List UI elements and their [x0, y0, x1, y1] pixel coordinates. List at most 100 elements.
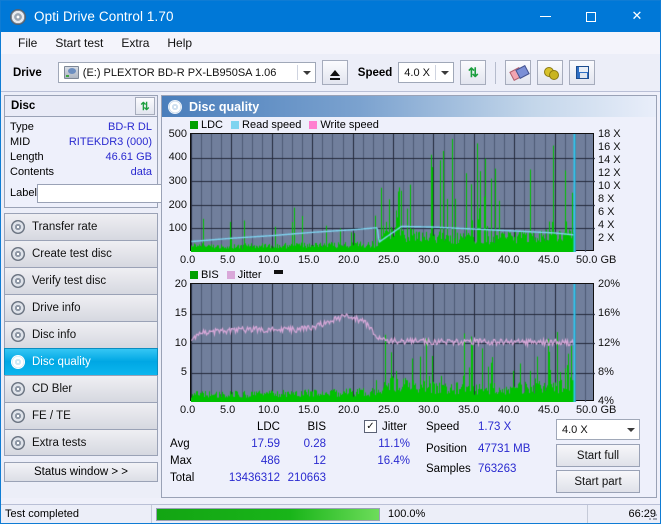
status-window-button[interactable]: Status window > >: [4, 462, 158, 482]
refresh-icon: ⇅: [140, 100, 150, 113]
top-chart-xtick: 50.0 GB: [576, 254, 617, 266]
top-chart-y2tick: 2 X: [598, 232, 615, 244]
checkbox-icon: ✓: [364, 420, 377, 433]
sidebar-item-label: CD Bler: [32, 383, 73, 395]
sidebar-item-label: Disc quality: [32, 356, 91, 368]
sidebar-item-label: Disc info: [32, 329, 77, 341]
bulb-button[interactable]: [537, 60, 564, 85]
menu-item-help[interactable]: Help: [158, 34, 201, 52]
disc-icon: [168, 99, 182, 114]
right-pane: Disc quality LDC Read speed Write speed …: [161, 95, 657, 498]
disc-label-key: Label: [10, 187, 37, 199]
top-chart-ytick: 200: [168, 199, 187, 211]
disc-icon: [11, 274, 25, 288]
bottom-chart-y2tick: 12%: [598, 337, 621, 349]
sidebar-item-extra-tests[interactable]: Extra tests: [4, 429, 158, 456]
eject-icon: [329, 69, 340, 80]
disc-panel-rows: Type BD-R DL MID RITEKDR3 (000) Length 4…: [5, 117, 238, 207]
stats-value-speed: 1.73 X: [478, 421, 512, 433]
disc-refresh-button[interactable]: ⇅: [135, 97, 155, 115]
bottom-chart-ytick: 15: [174, 307, 187, 319]
test-speed-select[interactable]: 4.0 X: [556, 419, 640, 440]
sidebar-item-cd-bler[interactable]: CD Bler: [4, 375, 158, 402]
eject-button[interactable]: [321, 60, 348, 85]
disc-label-row: Label: [10, 183, 238, 203]
close-icon: ✕: [631, 9, 643, 24]
stats-value-jitter-avg: 11.1%: [378, 438, 410, 450]
sidebar-item-fe-te[interactable]: FE / TE: [4, 402, 158, 429]
sidebar-item-disc-info[interactable]: Disc info: [4, 321, 158, 348]
sidebar-item-label: Verify test disc: [32, 275, 107, 287]
top-chart-plot[interactable]: [190, 133, 595, 252]
menu-item-extra[interactable]: Extra: [112, 34, 158, 52]
disc-quality-header: Disc quality: [162, 96, 656, 117]
legend-label: Read speed: [242, 119, 302, 131]
disc-row-mid: MID RITEKDR3 (000): [10, 135, 152, 150]
left-pane: Disc ⇅ Type BD-R DL MID RITEKDR3 (000) L…: [1, 92, 238, 498]
drive-label: Drive: [13, 66, 42, 79]
bulb-icon: [543, 66, 559, 80]
disc-panel-title: Disc: [11, 100, 36, 112]
stats-col-header-ldc: LDC: [256, 421, 280, 433]
menu-item-file[interactable]: File: [9, 34, 46, 52]
stats-label-position: Position: [426, 443, 467, 455]
sidebar-item-transfer-rate[interactable]: Transfer rate: [4, 213, 158, 240]
legend-swatch: [190, 121, 198, 129]
top-chart-y2tick: 4 X: [598, 219, 615, 231]
sidebar-item-label: FE / TE: [32, 410, 71, 422]
legend-swatch: [226, 271, 235, 279]
speed-select[interactable]: 4.0 X: [398, 62, 455, 83]
menu-item-start-test[interactable]: Start test: [46, 34, 112, 52]
top-chart-xtick: 30.0: [418, 254, 440, 266]
disc-row-length: Length 46.61 GB: [10, 150, 152, 165]
sidebar-item-create-test-disc[interactable]: Create test disc: [4, 240, 158, 267]
resize-grip[interactable]: [648, 511, 658, 521]
drive-select-value: (E:) PLEXTOR BD-R PX-LB950SA 1.06: [82, 66, 277, 79]
bottom-chart-xtick: 0.0: [180, 404, 196, 416]
minimize-button[interactable]: [522, 1, 568, 32]
top-chart-ytick: 500: [168, 128, 187, 140]
stats-label-samples: Samples: [426, 463, 471, 475]
speed-select-value: 4.0 X: [404, 66, 430, 79]
disc-panel: Disc ⇅ Type BD-R DL MID RITEKDR3 (000) L…: [4, 95, 238, 208]
start-part-button[interactable]: Start part: [556, 470, 640, 493]
marker-indicator: [273, 270, 283, 274]
disc-icon: [11, 328, 25, 342]
bottom-chart-xtick: 35.0: [458, 404, 480, 416]
refresh-button[interactable]: ⇅: [460, 60, 487, 85]
disc-icon: [11, 301, 25, 315]
top-chart-ytick: 400: [168, 151, 187, 163]
disc-row-key: Contents: [10, 166, 55, 178]
progress-fill: [157, 508, 379, 520]
start-full-button[interactable]: Start full: [556, 444, 640, 467]
sidebar-item-verify-test-disc[interactable]: Verify test disc: [4, 267, 158, 294]
top-chart-legend: LDC Read speed Write speed: [190, 119, 383, 131]
sidebar-item-drive-info[interactable]: Drive info: [4, 294, 158, 321]
stats-value-avg-ldc: 17.59: [251, 438, 280, 450]
status-message: Test completed: [5, 508, 79, 520]
bottom-chart-canvas: [191, 284, 595, 402]
legend-label: Write speed: [320, 119, 379, 131]
maximize-button[interactable]: [568, 1, 614, 32]
chevron-down-icon: [627, 427, 635, 432]
progress-bar: [156, 507, 380, 521]
disc-row-key: Length: [10, 151, 44, 163]
stats-value-samples: 763263: [478, 463, 517, 475]
disc-row-key: Type: [10, 121, 34, 133]
top-chart-xtick: 45.0: [538, 254, 560, 266]
close-button[interactable]: ✕: [614, 1, 660, 32]
top-chart-ytick: 300: [168, 175, 187, 187]
disc-row-key: MID: [10, 136, 31, 148]
sidebar-item-label: Transfer rate: [32, 221, 98, 233]
legend-entry-write-speed: Write speed: [309, 119, 379, 131]
bottom-chart-y2tick: 20%: [598, 278, 621, 290]
erase-button[interactable]: [505, 60, 532, 85]
legend-label: Jitter: [237, 269, 262, 281]
stats-value-total-ldc: 13436312: [228, 472, 280, 484]
bottom-chart-plot[interactable]: [190, 283, 595, 402]
save-button[interactable]: [569, 60, 596, 85]
drive-select[interactable]: (E:) PLEXTOR BD-R PX-LB950SA 1.06: [57, 62, 316, 83]
bottom-chart-xtick: 10.0: [258, 404, 280, 416]
jitter-checkbox[interactable]: ✓ Jitter: [364, 420, 407, 433]
sidebar-item-disc-quality[interactable]: Disc quality: [4, 348, 158, 375]
